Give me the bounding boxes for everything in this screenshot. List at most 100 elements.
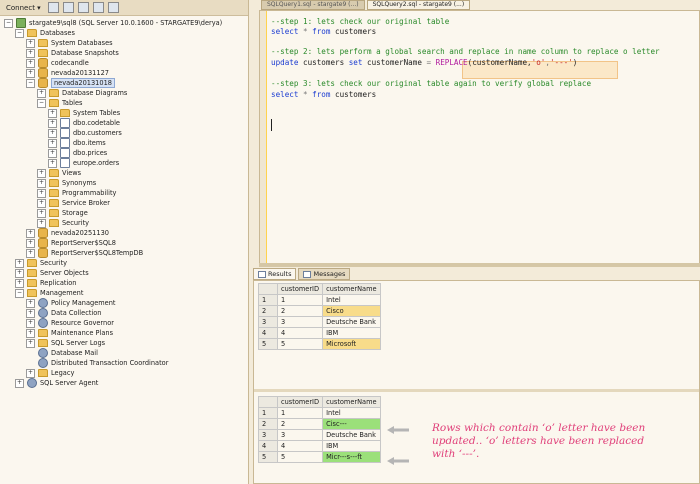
customerid-cell[interactable]: 2: [276, 418, 324, 430]
expand-icon[interactable]: +: [48, 108, 57, 118]
table-row[interactable]: 1 1 Intel: [258, 407, 381, 419]
expand-icon[interactable]: +: [26, 228, 35, 238]
row-number-cell[interactable]: 3: [258, 429, 278, 441]
expand-icon[interactable]: +: [26, 338, 35, 348]
expand-icon[interactable]: +: [15, 378, 24, 388]
tab-messages[interactable]: Messages: [298, 268, 351, 280]
tree-node[interactable]: + Programmability: [37, 188, 116, 198]
refresh-icon[interactable]: [107, 2, 119, 13]
stop-icon[interactable]: [77, 2, 89, 13]
tree-node[interactable]: + codecandle: [26, 58, 89, 68]
tree-node[interactable]: + Legacy: [26, 368, 74, 378]
table-row[interactable]: 5 5 Micr---s---ft: [258, 451, 381, 463]
sql-editor[interactable]: --step 1: lets check our original table …: [259, 10, 700, 264]
expand-icon[interactable]: +: [48, 148, 57, 158]
column-header-customerid[interactable]: customerID: [276, 396, 324, 408]
tree-node[interactable]: + SQL Server Logs: [26, 338, 105, 348]
column-header-customername[interactable]: customerName: [322, 396, 381, 408]
expand-icon[interactable]: +: [15, 268, 24, 278]
tree-node[interactable]: + Service Broker: [37, 198, 110, 208]
table-row[interactable]: 2 2 Cisc---: [258, 418, 381, 430]
results-grid-1[interactable]: customerID customerName 1 1 Intel 2 2 Cisco 3 3…: [258, 283, 381, 350]
customerid-cell[interactable]: 4: [276, 440, 324, 452]
collapse-icon[interactable]: −: [15, 288, 24, 298]
expand-icon[interactable]: +: [26, 328, 35, 338]
filter-icon[interactable]: [92, 2, 104, 13]
column-header-customername[interactable]: customerName: [322, 283, 381, 295]
customerid-cell[interactable]: 2: [276, 305, 324, 317]
expand-icon[interactable]: +: [48, 118, 57, 128]
tree-node[interactable]: + dbo.codetable: [48, 118, 120, 128]
connect-db-icon[interactable]: [47, 2, 59, 13]
row-number-cell[interactable]: 2: [258, 305, 278, 317]
expand-icon[interactable]: +: [37, 218, 46, 228]
tab-query-2[interactable]: SQLQuery2.sql - stargate9 (...): [366, 0, 471, 10]
table-row[interactable]: 3 3 Deutsche Bank: [258, 429, 381, 441]
disconnect-icon[interactable]: [62, 2, 74, 13]
customerid-cell[interactable]: 5: [276, 338, 324, 350]
editor-results-splitter[interactable]: [259, 263, 700, 267]
tree-node[interactable]: − Databases: [15, 28, 75, 38]
tree-node[interactable]: + ReportServer$SQL8: [26, 238, 116, 248]
customername-cell[interactable]: IBM: [322, 327, 381, 339]
customername-cell[interactable]: Microsoft: [322, 338, 381, 350]
customername-cell[interactable]: Intel: [322, 407, 381, 419]
customerid-cell[interactable]: 1: [276, 407, 324, 419]
tab-results[interactable]: Results: [253, 268, 297, 280]
tree-node[interactable]: + Replication: [15, 278, 77, 288]
customerid-cell[interactable]: 5: [276, 451, 324, 463]
collapse-icon[interactable]: −: [26, 78, 35, 88]
expand-icon[interactable]: +: [37, 208, 46, 218]
tree-node[interactable]: − stargate9\sql8 (SQL Server 10.0.1600 - …: [4, 18, 222, 28]
tree-node[interactable]: + dbo.customers: [48, 128, 122, 138]
customername-cell[interactable]: Cisc---: [322, 418, 381, 430]
tree-node[interactable]: + dbo.prices: [48, 148, 107, 158]
customername-cell[interactable]: Micr---s---ft: [322, 451, 381, 463]
tree-node[interactable]: + System Tables: [48, 108, 120, 118]
expand-icon[interactable]: +: [26, 38, 35, 48]
expand-icon[interactable]: +: [26, 248, 35, 258]
tree-node[interactable]: + europe.orders: [48, 158, 119, 168]
row-number-cell[interactable]: 3: [258, 316, 278, 328]
row-number-cell[interactable]: 1: [258, 407, 278, 419]
collapse-icon[interactable]: −: [37, 98, 46, 108]
expand-icon[interactable]: +: [26, 308, 35, 318]
tree-node[interactable]: + Policy Management: [26, 298, 116, 308]
tree-node[interactable]: − Management: [15, 288, 83, 298]
row-number-cell[interactable]: 5: [258, 451, 278, 463]
expand-icon[interactable]: +: [15, 258, 24, 268]
table-row[interactable]: 2 2 Cisco: [258, 305, 381, 317]
tree-node[interactable]: + Data Collection: [26, 308, 101, 318]
expand-icon[interactable]: +: [37, 198, 46, 208]
tree-node[interactable]: + Security: [15, 258, 67, 268]
tree-node[interactable]: + Maintenance Plans: [26, 328, 113, 338]
customerid-cell[interactable]: 3: [276, 429, 324, 441]
expand-icon[interactable]: +: [37, 168, 46, 178]
customername-cell[interactable]: Intel: [322, 294, 381, 306]
tree-node[interactable]: + Synonyms: [37, 178, 96, 188]
customername-cell[interactable]: Deutsche Bank: [322, 316, 381, 328]
tree-node[interactable]: Distributed Transaction Coordinator: [26, 358, 168, 368]
expand-icon[interactable]: +: [48, 158, 57, 168]
customername-cell[interactable]: Cisco: [322, 305, 381, 317]
row-number-cell[interactable]: 5: [258, 338, 278, 350]
tree-node[interactable]: + Server Objects: [15, 268, 89, 278]
expand-icon[interactable]: +: [26, 58, 35, 68]
expand-icon[interactable]: +: [37, 178, 46, 188]
tree-node[interactable]: + SQL Server Agent: [15, 378, 98, 388]
customerid-cell[interactable]: 1: [276, 294, 324, 306]
expand-icon[interactable]: +: [26, 48, 35, 58]
tree-node[interactable]: + nevada20251130: [26, 228, 109, 238]
column-header-customerid[interactable]: customerID: [276, 283, 324, 295]
expand-icon[interactable]: +: [48, 128, 57, 138]
expand-icon[interactable]: +: [15, 278, 24, 288]
tree-node[interactable]: + Views: [37, 168, 81, 178]
customerid-cell[interactable]: 3: [276, 316, 324, 328]
expand-icon[interactable]: +: [26, 318, 35, 328]
table-row[interactable]: 5 5 Microsoft: [258, 338, 381, 350]
table-row[interactable]: 1 1 Intel: [258, 294, 381, 306]
expand-icon[interactable]: +: [26, 238, 35, 248]
tree-node[interactable]: + Resource Governor: [26, 318, 114, 328]
row-number-cell[interactable]: 1: [258, 294, 278, 306]
expand-icon[interactable]: +: [26, 368, 35, 378]
